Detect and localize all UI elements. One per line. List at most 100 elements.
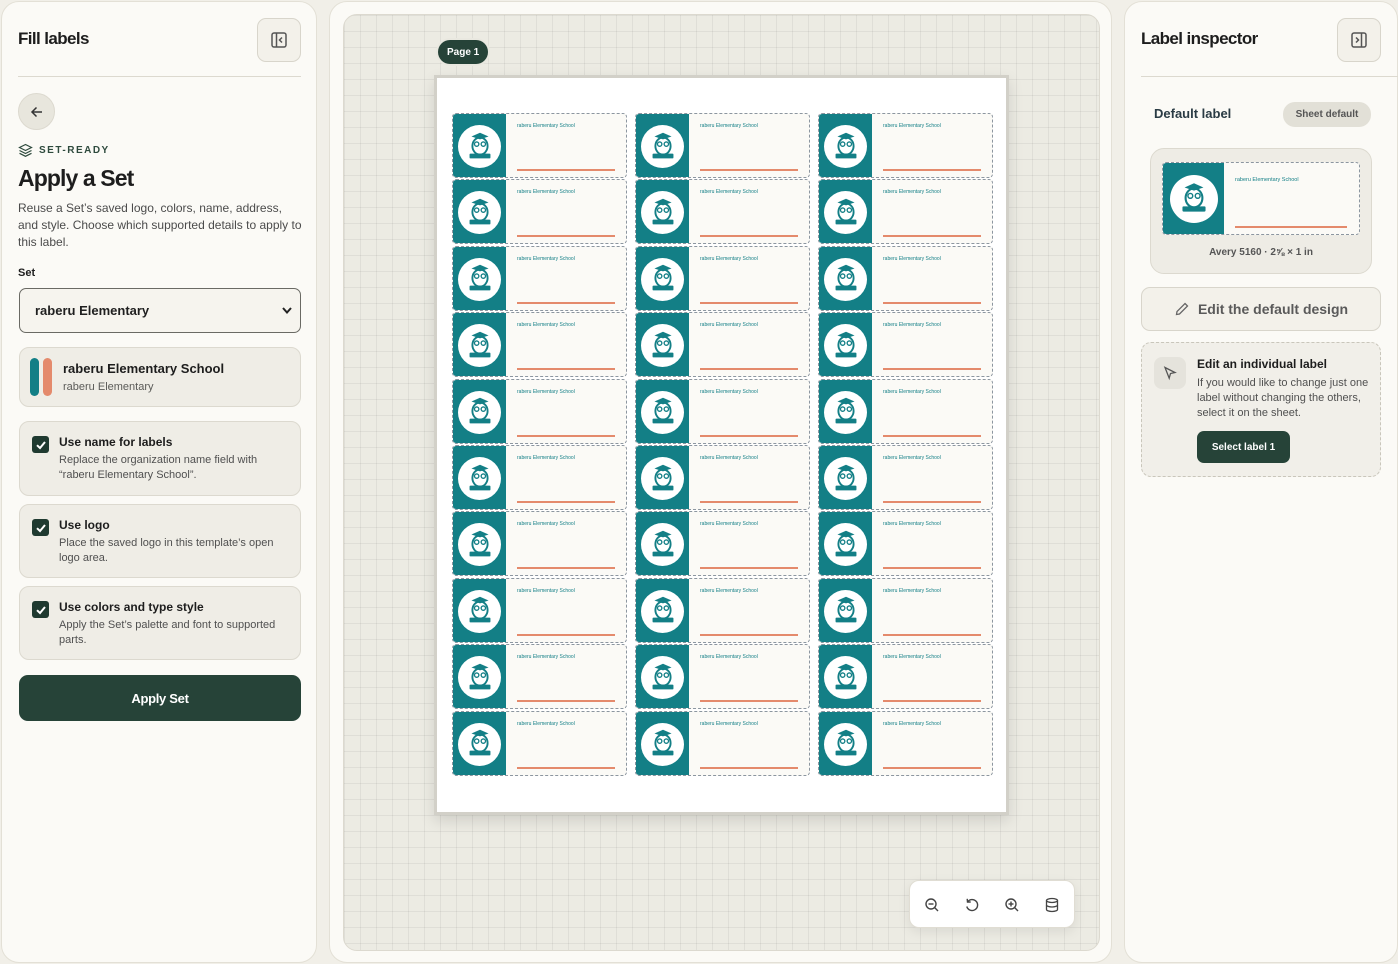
- accent-line: [883, 235, 981, 238]
- page-pill: Page 1: [438, 40, 489, 64]
- sheet-label[interactable]: raberu Elementary School: [818, 511, 993, 577]
- sheet-label[interactable]: raberu Elementary School: [452, 312, 627, 378]
- accent-line: [517, 766, 615, 769]
- option-title: Use colors and type style: [59, 600, 204, 614]
- sheet-label[interactable]: raberu Elementary School: [818, 179, 993, 245]
- set-select-value: raberu Elementary: [35, 303, 150, 318]
- accent-line: [883, 501, 981, 503]
- sheet-label[interactable]: raberu Elementary School: [635, 312, 810, 378]
- label-name: raberu Elementary School: [1235, 177, 1299, 183]
- sheet-label[interactable]: raberu Elementary School: [635, 710, 810, 776]
- option-description: Apply the Set’s palette and font to supp…: [59, 619, 276, 646]
- individual-title: Edit an individual label: [1197, 357, 1328, 371]
- accent-line: [883, 766, 981, 769]
- sheet-label[interactable]: raberu Elementary School: [635, 644, 810, 710]
- sheet-label[interactable]: raberu Elementary School: [818, 644, 993, 710]
- owl-logo-icon: [835, 331, 856, 358]
- sheet-label[interactable]: raberu Elementary School: [452, 113, 627, 178]
- label-name: raberu Elementary School: [517, 455, 575, 461]
- sheet-label[interactable]: raberu Elementary School: [452, 245, 627, 311]
- option-description: Replace the organization name field with…: [59, 454, 258, 481]
- collapse-inspector-button[interactable]: [1337, 18, 1381, 62]
- sheet-label[interactable]: raberu Elementary School: [818, 577, 993, 643]
- zoom-in-button[interactable]: [1002, 895, 1022, 915]
- sheet-label[interactable]: raberu Elementary School: [818, 113, 993, 178]
- sheet-label[interactable]: raberu Elementary School: [452, 511, 627, 577]
- sheet-label[interactable]: raberu Elementary School: [452, 644, 627, 710]
- sheet-label[interactable]: raberu Elementary School: [818, 312, 993, 378]
- set-select[interactable]: raberu Elementary: [19, 288, 301, 333]
- layers-button[interactable]: [1042, 895, 1062, 915]
- option-description: Place the saved logo in this template’s …: [59, 537, 274, 564]
- canvas-area[interactable]: Page 1 raberu Elementary School raberu El…: [343, 14, 1100, 951]
- accent-line: [700, 633, 798, 636]
- logo-circle: [641, 722, 684, 766]
- accent-line: [883, 434, 981, 437]
- sheet-label[interactable]: raberu Elementary School: [452, 577, 627, 643]
- sheet-label[interactable]: raberu Elementary School: [818, 445, 993, 510]
- edit-individual-card: Edit an individual label If you would li…: [1141, 342, 1381, 477]
- option-title: Use logo: [59, 518, 110, 532]
- apply-set-button[interactable]: Apply Set: [19, 675, 301, 721]
- sheet-label[interactable]: raberu Elementary School: [635, 511, 810, 577]
- accent-line: [517, 235, 615, 238]
- set-name: raberu Elementary School: [63, 361, 225, 376]
- checkbox-checked[interactable]: [32, 519, 49, 536]
- collapse-panel-button[interactable]: [257, 18, 301, 62]
- edit-default-label: Edit the default design: [1197, 301, 1349, 317]
- logo-circle: [641, 191, 684, 235]
- checkbox-checked[interactable]: [32, 601, 49, 618]
- label-name: raberu Elementary School: [517, 255, 575, 262]
- sheet-label[interactable]: raberu Elementary School: [818, 245, 993, 311]
- logo-circle: [824, 390, 867, 434]
- logo-circle: [458, 257, 501, 301]
- sheet-label[interactable]: raberu Elementary School: [452, 378, 627, 444]
- label-name: raberu Elementary School: [517, 189, 575, 196]
- option-use-name[interactable]: Use name for labels Replace the organiza…: [19, 421, 301, 496]
- sidebar-collapse-icon: [1351, 32, 1367, 48]
- coral-swatch: [43, 358, 52, 396]
- logo-circle: [458, 722, 501, 766]
- option-use-logo[interactable]: Use logo Place the saved logo in this te…: [19, 504, 301, 578]
- owl-logo-icon: [835, 132, 856, 158]
- label-name: raberu Elementary School: [883, 255, 941, 262]
- logo-circle: [641, 125, 684, 168]
- sheet-label[interactable]: raberu Elementary School: [635, 179, 810, 245]
- sheet-label[interactable]: raberu Elementary School: [818, 378, 993, 444]
- edit-default-design-button[interactable]: Edit the default design: [1141, 287, 1381, 331]
- label-name: raberu Elementary School: [700, 123, 758, 129]
- sheet-label[interactable]: raberu Elementary School: [635, 378, 810, 444]
- label-preview: raberu Elementary School: [1162, 162, 1360, 235]
- owl-logo-icon: [1182, 183, 1206, 212]
- zoom-out-button[interactable]: [922, 895, 942, 915]
- label-name: raberu Elementary School: [700, 388, 758, 395]
- option-use-colors[interactable]: Use colors and type style Apply the Set’…: [19, 586, 301, 660]
- select-label-button[interactable]: Select label 1: [1197, 431, 1290, 463]
- sheet-label[interactable]: raberu Elementary School: [635, 245, 810, 311]
- label-name: raberu Elementary School: [517, 521, 575, 528]
- sheet-label[interactable]: raberu Elementary School: [635, 113, 810, 178]
- label-name: raberu Elementary School: [883, 123, 941, 129]
- label-name: raberu Elementary School: [517, 654, 575, 661]
- sheet-label[interactable]: raberu Elementary School: [635, 577, 810, 643]
- sheet-label[interactable]: raberu Elementary School: [635, 445, 810, 510]
- logo-circle: [458, 191, 501, 235]
- logo-circle: [824, 257, 867, 301]
- teal-swatch: [30, 358, 39, 396]
- owl-logo-icon: [835, 265, 856, 291]
- reset-view-button[interactable]: [962, 895, 982, 915]
- sheet-label[interactable]: raberu Elementary School: [452, 179, 627, 245]
- sheet-label[interactable]: raberu Elementary School: [452, 445, 627, 510]
- logo-circle: [458, 324, 501, 368]
- accent-line: [517, 434, 615, 437]
- zoom-out-icon: [925, 898, 939, 912]
- zoom-in-icon: [1005, 898, 1019, 912]
- sheet-default-badge: Sheet default: [1283, 102, 1371, 127]
- checkbox-checked[interactable]: [32, 436, 49, 453]
- accent-line: [883, 700, 981, 703]
- sheet-label[interactable]: raberu Elementary School: [452, 710, 627, 776]
- logo-circle: [458, 523, 501, 567]
- back-button[interactable]: [18, 93, 55, 130]
- sheet-label[interactable]: raberu Elementary School: [818, 710, 993, 776]
- logo-circle: [458, 589, 501, 633]
